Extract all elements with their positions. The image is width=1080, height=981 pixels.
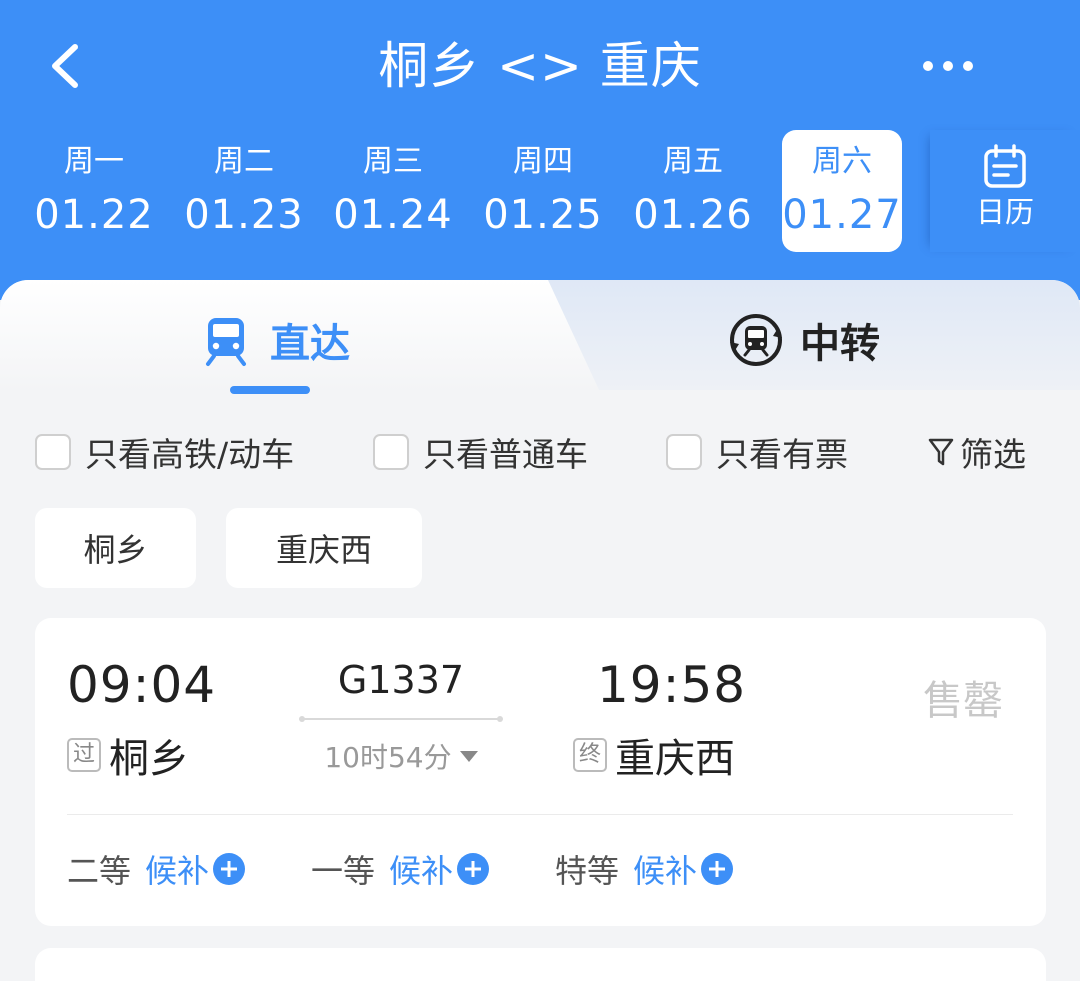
duration-text: 10时54分 (324, 741, 452, 774)
departure-time: 09:04 (67, 656, 217, 714)
filter-high-speed-only[interactable]: 只看高铁/动车 (35, 430, 294, 474)
day-of-week: 周二 (214, 144, 274, 179)
checkbox[interactable] (666, 434, 702, 470)
tab-transfer-label: 中转 (800, 321, 880, 367)
funnel-icon (928, 438, 954, 466)
tab-transfer[interactable]: 中转 (728, 310, 880, 370)
filter-row: 只看高铁/动车 只看普通车 只看有票 筛选 (0, 430, 1080, 474)
tab-direct[interactable]: 直达 (198, 310, 350, 370)
filter-button-label: 筛选 (960, 435, 1026, 474)
waitlist-button[interactable]: 候补 (633, 846, 697, 892)
date-value: 01.22 (34, 192, 154, 238)
seat-first-class: 一等 候补 (311, 846, 490, 892)
train-number: G1337 (337, 658, 465, 702)
filter-label: 只看普通车 (423, 435, 588, 474)
date-item-0122[interactable]: 周一 01.22 (34, 130, 154, 252)
arrival-station-name: 重庆西 (615, 736, 735, 782)
top-bar: 桐乡 <> 重庆 (0, 0, 1080, 130)
calendar-button[interactable]: 日历 (930, 130, 1080, 252)
waitlist-button[interactable]: 候补 (145, 846, 209, 892)
seat-class-label: 一等 (311, 852, 376, 890)
filter-label: 只看有票 (716, 435, 848, 474)
seat-second-class: 二等 候补 (67, 846, 246, 892)
day-of-week: 周六 (812, 144, 872, 179)
more-button[interactable] (912, 44, 984, 88)
arrival-time: 19:58 (597, 656, 747, 714)
station-chip-label: 重庆西 (275, 531, 372, 569)
status-badge: 售罄 (923, 678, 1003, 724)
date-value: 01.24 (333, 192, 453, 238)
date-value: 01.26 (633, 192, 753, 238)
date-item-0126[interactable]: 周五 01.26 (633, 130, 753, 252)
results-panel: 直达 中转 只看高铁/动车 只看普通车 只看有票 筛选 桐乡 重庆西 09:04… (0, 280, 1080, 981)
filter-label: 只看高铁/动车 (85, 435, 295, 474)
pass-through-tag: 过 (67, 738, 101, 772)
departure-station-name: 桐乡 (109, 736, 189, 782)
seat-premium-class: 特等 候补 (555, 846, 734, 892)
calendar-label: 日历 (975, 195, 1034, 229)
date-value: 01.25 (483, 192, 603, 238)
plus-circle-icon[interactable] (457, 853, 490, 885)
date-item-0125[interactable]: 周四 01.25 (483, 130, 603, 252)
waitlist-button[interactable]: 候补 (389, 846, 453, 892)
divider (67, 814, 1013, 815)
station-chip-chongqing-west[interactable]: 重庆西 (226, 508, 422, 588)
day-of-week: 周四 (513, 144, 573, 179)
calendar-icon (984, 144, 1026, 188)
departure-station: 过 桐乡 (67, 730, 189, 782)
filter-regular-only[interactable]: 只看普通车 (373, 430, 588, 474)
arrival-station: 终 重庆西 (573, 730, 735, 782)
train-icon (206, 318, 246, 366)
date-item-0124[interactable]: 周三 01.24 (333, 130, 453, 252)
next-train-card[interactable] (35, 948, 1046, 981)
date-value: 01.27 (782, 192, 902, 238)
seat-class-label: 二等 (67, 852, 132, 890)
filter-available-only[interactable]: 只看有票 (666, 430, 848, 474)
checkbox[interactable] (373, 434, 409, 470)
day-of-week: 周三 (363, 144, 423, 179)
station-chip-tongxiang[interactable]: 桐乡 (35, 508, 196, 588)
route-line (299, 716, 503, 722)
checkbox[interactable] (35, 434, 71, 470)
station-chip-label: 桐乡 (83, 531, 148, 569)
caret-down-icon (459, 750, 478, 762)
date-item-0127-selected[interactable]: 周六 01.27 (782, 130, 902, 252)
plus-circle-icon[interactable] (213, 853, 246, 885)
transfer-train-icon (730, 314, 782, 366)
train-card[interactable]: 09:04 G1337 10时54分 19:58 售罄 过 桐乡 终 重庆西 二… (35, 618, 1046, 926)
terminal-tag: 终 (573, 738, 607, 772)
day-of-week: 周五 (663, 144, 723, 179)
active-tab-indicator (230, 386, 310, 394)
date-value: 01.23 (184, 192, 304, 238)
more-dots-icon (923, 61, 973, 71)
tab-direct-label: 直达 (270, 321, 350, 367)
filter-button[interactable]: 筛选 (928, 430, 1026, 474)
seat-class-label: 特等 (555, 852, 620, 890)
date-item-0123[interactable]: 周二 01.23 (184, 130, 304, 252)
plus-circle-icon[interactable] (701, 853, 734, 885)
duration[interactable]: 10时54分 (301, 736, 501, 776)
day-of-week: 周一 (64, 144, 124, 179)
